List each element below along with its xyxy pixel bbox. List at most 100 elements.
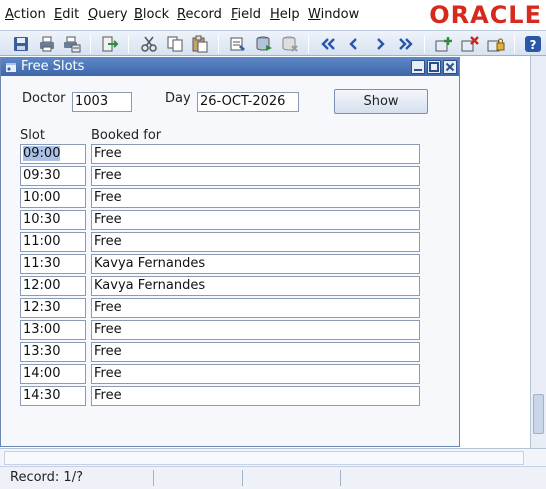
booked-for-field[interactable]: Free (91, 210, 420, 230)
show-button[interactable]: Show (334, 89, 428, 114)
menu-help[interactable]: Help (270, 7, 300, 23)
slot-field[interactable]: 10:30 (20, 210, 86, 230)
cancel-query-icon[interactable] (281, 35, 299, 53)
delete-record-icon[interactable] (461, 35, 479, 53)
booked-for-field[interactable]: Free (91, 166, 420, 186)
menu-bar: Action Edit Query Block Record Field Hel… (0, 0, 546, 30)
menu-window[interactable]: Window (308, 7, 359, 23)
status-divider (242, 470, 243, 486)
exit-icon[interactable] (101, 35, 119, 53)
status-divider (153, 470, 154, 486)
menu-record[interactable]: Record (177, 7, 222, 23)
menu-mnemonic: B (134, 7, 143, 22)
slot-field[interactable]: 09:00 (20, 144, 86, 164)
maximize-icon (429, 62, 439, 72)
menu-mnemonic: W (308, 7, 321, 22)
cut-icon[interactable] (140, 35, 158, 53)
menu-label: ield (237, 7, 262, 22)
message-line-field (4, 451, 524, 465)
next-record-icon[interactable] (371, 35, 389, 53)
save-icon[interactable] (12, 35, 30, 53)
lock-record-icon[interactable] (487, 35, 505, 53)
close-button[interactable] (443, 60, 457, 74)
booked-for-column-header: Booked for (91, 128, 162, 143)
last-record-icon[interactable] (397, 35, 415, 53)
paste-icon[interactable] (191, 35, 209, 53)
menu-label: ction (13, 7, 46, 22)
svg-text:?: ? (530, 38, 537, 52)
day-field[interactable]: 26-OCT-2026 (197, 92, 299, 112)
slot-field[interactable]: 10:00 (20, 188, 86, 208)
menu-field[interactable]: Field (231, 7, 261, 23)
slot-field[interactable]: 13:00 (20, 320, 86, 340)
booked-for-field[interactable]: Free (91, 364, 420, 384)
menu-label: lock (142, 7, 170, 22)
slot-field[interactable]: 12:30 (20, 298, 86, 318)
slot-column-header: Slot (20, 128, 45, 143)
booked-for-field[interactable]: Free (91, 342, 420, 362)
slot-value: 09:00 (23, 146, 61, 161)
print-setup-icon[interactable] (63, 35, 81, 53)
menu-edit[interactable]: Edit (54, 7, 79, 23)
insert-record-icon[interactable] (435, 35, 453, 53)
menu-mnemonic: H (270, 7, 280, 22)
previous-record-icon[interactable] (345, 35, 363, 53)
slot-field[interactable]: 11:30 (20, 254, 86, 274)
minimize-icon (414, 69, 422, 71)
status-bar: Record: 1/? (0, 466, 546, 489)
slot-field[interactable]: 14:00 (20, 364, 86, 384)
day-label: Day (165, 91, 191, 106)
menu-action[interactable]: Action (5, 7, 46, 23)
booked-for-field[interactable]: Free (91, 298, 420, 318)
menu-label: dit (62, 7, 80, 22)
window-form-icon (6, 63, 16, 72)
booked-for-field[interactable]: Free (91, 320, 420, 340)
booked-for-field[interactable]: Free (91, 386, 420, 406)
menu-label: ecord (185, 7, 222, 22)
help-icon[interactable]: ? (524, 35, 542, 53)
slot-field[interactable]: 11:00 (20, 232, 86, 252)
enter-query-icon[interactable] (229, 35, 247, 53)
copy-icon[interactable] (166, 35, 184, 53)
menu-label: uery (98, 7, 128, 22)
slot-field[interactable]: 09:30 (20, 166, 86, 186)
toolbar-separator (308, 35, 309, 53)
toolbar-separator (90, 35, 91, 53)
slot-field[interactable]: 13:30 (20, 342, 86, 362)
toolbar-separator (514, 35, 515, 53)
window-title: Free Slots (21, 59, 85, 74)
maximize-button[interactable] (427, 60, 441, 74)
menu-mnemonic: E (54, 7, 63, 22)
menu-mnemonic: Q (88, 7, 99, 22)
mdi-vertical-scrollbar[interactable] (530, 56, 546, 448)
first-record-icon[interactable] (319, 35, 337, 53)
execute-query-icon[interactable] (255, 35, 273, 53)
slot-field[interactable]: 14:30 (20, 386, 86, 406)
toolbar: ? (0, 30, 546, 56)
toolbar-separator (218, 35, 219, 53)
menu-block[interactable]: Block (134, 7, 169, 23)
window-title-bar[interactable]: Free Slots (1, 58, 459, 76)
booked-for-field[interactable]: Kavya Fernandes (91, 276, 420, 296)
booked-for-field[interactable]: Free (91, 232, 420, 252)
toolbar-separator (424, 35, 425, 53)
doctor-field[interactable]: 1003 (72, 92, 132, 112)
toolbar-separator (128, 35, 129, 53)
record-indicator: Record: 1/? (10, 470, 83, 485)
doctor-label: Doctor (22, 91, 66, 106)
status-divider (340, 470, 341, 486)
scrollbar-thumb[interactable] (533, 394, 544, 434)
booked-for-field[interactable]: Free (91, 188, 420, 208)
menu-query[interactable]: Query (88, 7, 128, 23)
booked-for-field[interactable]: Free (91, 144, 420, 164)
slot-field[interactable]: 12:00 (20, 276, 86, 296)
menu-label: elp (279, 7, 300, 22)
close-icon (445, 62, 455, 72)
booked-for-field[interactable]: Kavya Fernandes (91, 254, 420, 274)
message-line (0, 448, 546, 466)
minimize-button[interactable] (411, 60, 425, 74)
oracle-logo: ORACLE (429, 1, 542, 29)
menu-mnemonic: A (5, 7, 14, 22)
menu-label: indow (320, 7, 360, 22)
print-icon[interactable] (38, 35, 56, 53)
